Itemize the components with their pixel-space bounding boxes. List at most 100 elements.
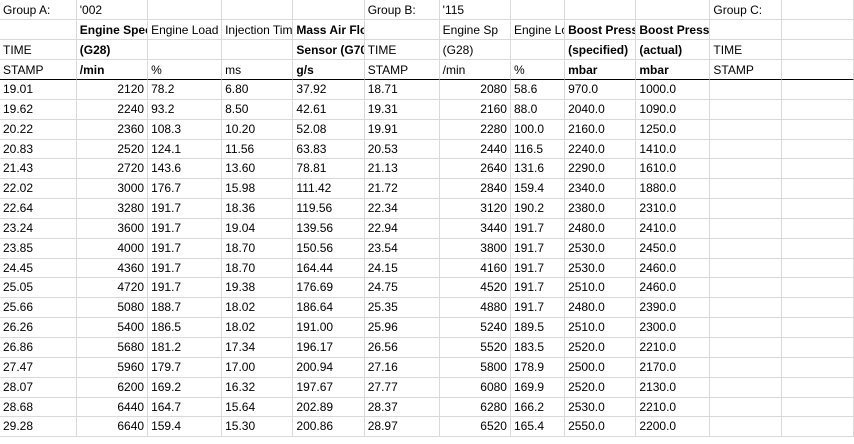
- table-cell[interactable]: 5520: [439, 337, 511, 358]
- table-cell[interactable]: 93.2: [148, 99, 223, 120]
- table-cell[interactable]: [781, 337, 854, 358]
- header-cell[interactable]: STAMP: [364, 60, 440, 80]
- table-cell[interactable]: 6080: [439, 377, 511, 398]
- table-cell[interactable]: 176.69: [293, 278, 365, 299]
- table-cell[interactable]: 37.92: [293, 80, 365, 100]
- table-cell[interactable]: 2130.0: [636, 377, 711, 398]
- table-cell[interactable]: 191.7: [148, 278, 223, 299]
- table-cell[interactable]: 197.67: [293, 377, 365, 398]
- table-cell[interactable]: 19.01: [0, 80, 77, 100]
- table-cell[interactable]: 19.04: [222, 218, 294, 239]
- table-cell[interactable]: 19.38: [222, 278, 294, 299]
- table-cell[interactable]: 2530.0: [565, 397, 637, 418]
- table-cell[interactable]: 2530.0: [565, 258, 637, 279]
- table-cell[interactable]: 78.81: [293, 159, 365, 180]
- table-cell[interactable]: 19.31: [364, 99, 440, 120]
- table-cell[interactable]: 111.42: [293, 179, 365, 200]
- table-cell[interactable]: 3800: [439, 238, 511, 259]
- table-cell[interactable]: 25.05: [0, 278, 77, 299]
- table-cell[interactable]: 10.20: [222, 119, 294, 140]
- table-cell[interactable]: 15.30: [222, 417, 294, 438]
- table-cell[interactable]: [781, 119, 854, 140]
- table-cell[interactable]: 4160: [439, 258, 511, 279]
- table-cell[interactable]: 20.83: [0, 139, 77, 160]
- table-cell[interactable]: 2500.0: [565, 357, 637, 378]
- table-cell[interactable]: 17.00: [222, 357, 294, 378]
- table-cell[interactable]: 2460.0: [636, 258, 711, 279]
- table-cell[interactable]: 78.2: [148, 80, 223, 100]
- table-cell[interactable]: [781, 218, 854, 239]
- cell[interactable]: [148, 0, 223, 20]
- table-cell[interactable]: 2170.0: [636, 357, 711, 378]
- table-cell[interactable]: 19.91: [364, 119, 440, 140]
- table-cell[interactable]: 1090.0: [636, 99, 711, 120]
- table-cell[interactable]: 2380.0: [565, 199, 637, 219]
- table-cell[interactable]: 3000: [76, 179, 149, 200]
- table-cell[interactable]: [781, 258, 854, 279]
- header-cell[interactable]: STAMP: [710, 60, 782, 80]
- table-cell[interactable]: 169.9: [510, 377, 566, 398]
- table-cell[interactable]: 26.26: [0, 318, 77, 338]
- table-cell[interactable]: 191.7: [510, 218, 566, 239]
- table-cell[interactable]: 2080: [439, 80, 511, 100]
- table-cell[interactable]: 2240.0: [565, 139, 637, 160]
- header-cell[interactable]: mbar: [565, 60, 637, 80]
- header-cell[interactable]: [364, 20, 440, 40]
- group-c-label[interactable]: Group C:: [710, 0, 782, 20]
- table-cell[interactable]: 191.00: [293, 318, 365, 338]
- table-cell[interactable]: [781, 80, 854, 100]
- table-cell[interactable]: 6640: [76, 417, 149, 438]
- header-cell[interactable]: [148, 40, 223, 60]
- table-cell[interactable]: 186.64: [293, 298, 365, 319]
- header-cell[interactable]: (G28): [76, 40, 149, 60]
- table-cell[interactable]: 166.2: [510, 397, 566, 418]
- table-cell[interactable]: 191.7: [510, 238, 566, 259]
- header-cell[interactable]: Injection Tim: [222, 20, 294, 40]
- cell[interactable]: [781, 0, 854, 20]
- table-cell[interactable]: [710, 159, 782, 180]
- group-a-code[interactable]: '002: [76, 0, 149, 20]
- table-cell[interactable]: 196.17: [293, 337, 365, 358]
- table-cell[interactable]: [710, 397, 782, 418]
- table-cell[interactable]: [781, 318, 854, 338]
- table-cell[interactable]: [781, 278, 854, 299]
- table-cell[interactable]: 191.7: [510, 258, 566, 279]
- table-cell[interactable]: 42.61: [293, 99, 365, 120]
- table-cell[interactable]: 58.6: [510, 80, 566, 100]
- table-cell[interactable]: 6200: [76, 377, 149, 398]
- table-cell[interactable]: 139.56: [293, 218, 365, 239]
- table-cell[interactable]: 18.70: [222, 258, 294, 279]
- table-cell[interactable]: 63.83: [293, 139, 365, 160]
- cell[interactable]: [565, 0, 637, 20]
- table-cell[interactable]: 26.86: [0, 337, 77, 358]
- table-cell[interactable]: 2550.0: [565, 417, 637, 438]
- table-cell[interactable]: 2480.0: [565, 298, 637, 319]
- table-cell[interactable]: 176.7: [148, 179, 223, 200]
- table-cell[interactable]: 2340.0: [565, 179, 637, 200]
- cell[interactable]: [222, 0, 294, 20]
- table-cell[interactable]: 88.0: [510, 99, 566, 120]
- table-cell[interactable]: 3440: [439, 218, 511, 239]
- header-cell[interactable]: TIME: [0, 40, 77, 60]
- table-cell[interactable]: 159.4: [510, 179, 566, 200]
- table-cell[interactable]: 15.64: [222, 397, 294, 418]
- table-cell[interactable]: 124.1: [148, 139, 223, 160]
- header-cell[interactable]: g/s: [293, 60, 365, 80]
- table-cell[interactable]: 23.54: [364, 238, 440, 259]
- table-cell[interactable]: 4720: [76, 278, 149, 299]
- table-cell[interactable]: 2840: [439, 179, 511, 200]
- header-cell[interactable]: Engine Spee: [76, 20, 149, 40]
- header-cell[interactable]: [710, 20, 782, 40]
- header-cell[interactable]: mbar: [636, 60, 711, 80]
- table-cell[interactable]: 143.6: [148, 159, 223, 180]
- table-cell[interactable]: 2480.0: [565, 218, 637, 239]
- table-cell[interactable]: 2160.0: [565, 119, 637, 140]
- table-cell[interactable]: 26.56: [364, 337, 440, 358]
- table-cell[interactable]: [710, 218, 782, 239]
- table-cell[interactable]: 181.2: [148, 337, 223, 358]
- table-cell[interactable]: 191.7: [148, 199, 223, 219]
- table-cell[interactable]: 5400: [76, 318, 149, 338]
- table-cell[interactable]: 18.36: [222, 199, 294, 219]
- header-cell[interactable]: Mass Air Flow: [293, 20, 365, 40]
- table-cell[interactable]: [781, 199, 854, 219]
